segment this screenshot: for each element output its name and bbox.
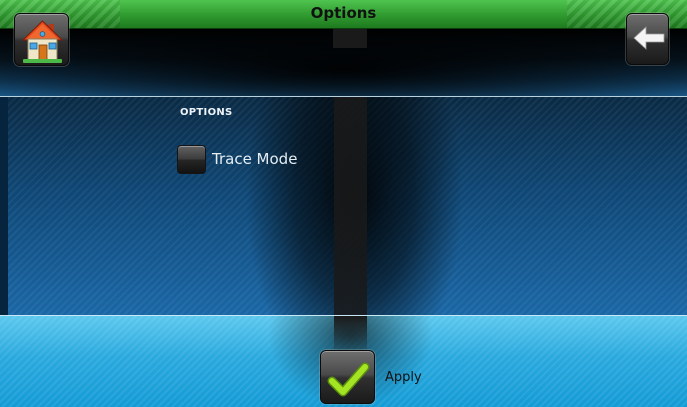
apply-button[interactable] bbox=[320, 350, 375, 404]
apply-label[interactable]: Apply bbox=[385, 370, 422, 385]
house-icon bbox=[21, 20, 64, 63]
trace-mode-label[interactable]: Trace Mode bbox=[212, 150, 297, 168]
title-bar: Options bbox=[0, 0, 687, 29]
trace-mode-checkbox[interactable] bbox=[177, 145, 206, 174]
arrow-left-icon bbox=[633, 26, 665, 50]
home-button[interactable] bbox=[14, 13, 69, 66]
window-title: Options bbox=[310, 4, 377, 22]
checkmark-icon bbox=[327, 362, 370, 397]
section-title: OPTIONS bbox=[180, 107, 233, 118]
center-divider-bar bbox=[334, 97, 367, 315]
back-button[interactable] bbox=[626, 13, 669, 65]
center-divider bbox=[333, 29, 367, 48]
